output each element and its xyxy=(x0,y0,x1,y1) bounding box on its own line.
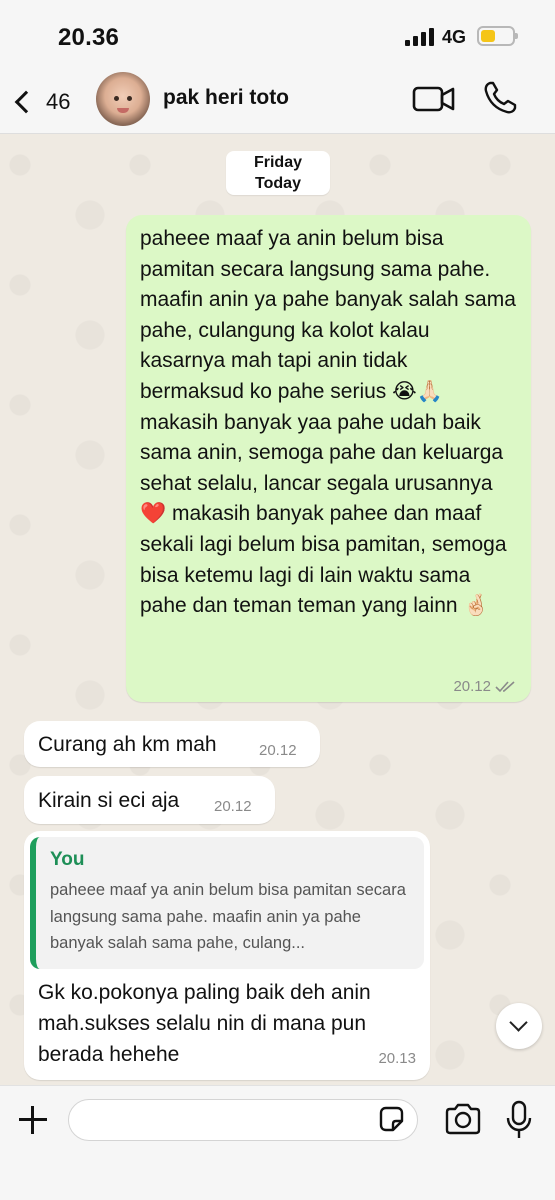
incoming-message[interactable]: Kirain si eci aja 20.12 xyxy=(24,776,275,824)
message-text: paheee maaf ya anin belum bisa pamitan s… xyxy=(140,227,516,618)
chat-area[interactable]: Friday Today paheee maaf ya anin belum b… xyxy=(0,135,555,1085)
microphone-icon[interactable] xyxy=(505,1100,533,1140)
chevron-left-icon xyxy=(14,90,38,114)
message-composer xyxy=(0,1085,555,1200)
status-time: 20.36 xyxy=(58,24,120,51)
message-time: 20.12 xyxy=(214,798,252,815)
network-type: 4G xyxy=(442,27,467,47)
phone-icon[interactable] xyxy=(482,80,518,116)
scroll-to-bottom-button[interactable] xyxy=(496,1003,542,1049)
plus-icon[interactable] xyxy=(17,1104,49,1136)
camera-icon[interactable] xyxy=(444,1103,482,1135)
sticker-icon[interactable] xyxy=(377,1105,405,1133)
incoming-reply-message[interactable]: You paheee maaf ya anin belum bisa pamit… xyxy=(24,831,430,1080)
status-bar: 20.36 4G xyxy=(0,0,555,72)
unread-count: 46 xyxy=(46,89,71,114)
message-text: Gk ko.pokonya paling baik deh anin mah.s… xyxy=(38,981,371,1066)
date-separator: Friday Today xyxy=(226,151,330,195)
avatar[interactable] xyxy=(96,72,150,126)
battery-icon xyxy=(477,26,518,46)
date-day: Friday xyxy=(253,154,302,171)
incoming-message[interactable]: Curang ah km mah 20.12 xyxy=(24,721,320,767)
signal-icon xyxy=(405,28,435,46)
read-receipt-icon xyxy=(495,681,515,693)
message-time: 20.13 xyxy=(378,1050,416,1067)
battery-level xyxy=(481,30,495,42)
message-time: 20.12 xyxy=(453,678,491,695)
quoted-message[interactable]: You paheee maaf ya anin belum bisa pamit… xyxy=(30,837,424,969)
outgoing-message[interactable]: paheee maaf ya anin belum bisa pamitan s… xyxy=(126,215,531,702)
quote-text: paheee maaf ya anin belum bisa pamitan s… xyxy=(50,881,406,952)
chevron-down-icon xyxy=(509,1013,528,1032)
message-text: Kirain si eci aja xyxy=(38,789,180,812)
message-input[interactable] xyxy=(68,1099,418,1141)
chat-header: 46 pak heri toto xyxy=(0,72,555,134)
video-call-icon[interactable] xyxy=(412,83,456,115)
quote-author: You xyxy=(50,849,85,870)
message-time: 20.12 xyxy=(259,742,297,759)
contact-name[interactable]: pak heri toto xyxy=(163,86,289,110)
message-text: Curang ah km mah xyxy=(38,733,217,756)
back-button[interactable]: 46 xyxy=(8,80,88,124)
date-label: Today xyxy=(255,175,301,192)
